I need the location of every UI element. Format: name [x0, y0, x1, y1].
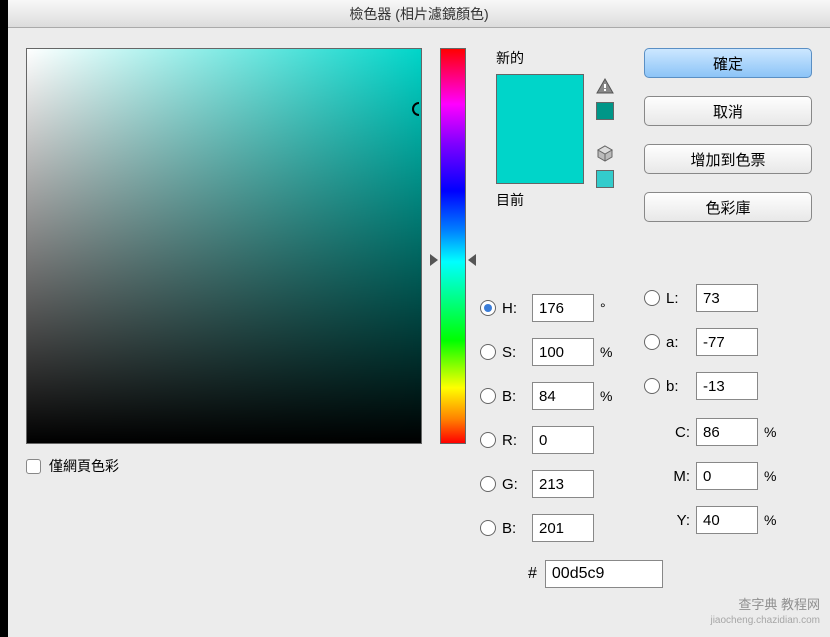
- warning-column: [596, 48, 614, 216]
- watermark-sub: jiaocheng.chazidian.com: [710, 614, 820, 627]
- l-input[interactable]: [696, 284, 758, 312]
- h-unit: °: [600, 300, 618, 316]
- ok-button[interactable]: 確定: [644, 48, 812, 78]
- middle-column: 新的 目前 H: °: [480, 48, 630, 588]
- window-titlebar: 檢色器 (相片濾鏡顏色): [8, 0, 830, 28]
- y-unit: %: [764, 512, 782, 528]
- a-input[interactable]: [696, 328, 758, 356]
- hue-column: [434, 48, 472, 588]
- labb-input[interactable]: [696, 372, 758, 400]
- new-color-label: 新的: [496, 48, 584, 68]
- r-label: R:: [502, 432, 526, 449]
- labb-label: b:: [666, 378, 690, 395]
- b-radio[interactable]: [480, 388, 496, 404]
- h-input[interactable]: [532, 294, 594, 322]
- y-input[interactable]: [696, 506, 758, 534]
- b-input[interactable]: [532, 382, 594, 410]
- a-radio[interactable]: [644, 334, 660, 350]
- swatch-row: 新的 目前: [496, 48, 614, 216]
- m-unit: %: [764, 468, 782, 484]
- rgbb-radio[interactable]: [480, 520, 496, 536]
- watermark-main: 查字典 教程网: [710, 597, 820, 614]
- websafe-warning-swatch[interactable]: [596, 170, 614, 188]
- b-label: B:: [502, 388, 526, 405]
- c-row: C: %: [644, 410, 812, 454]
- g-input[interactable]: [532, 470, 594, 498]
- hex-hash: #: [528, 565, 537, 583]
- cancel-button[interactable]: 取消: [644, 96, 812, 126]
- y-row: Y: %: [644, 498, 812, 542]
- r-radio[interactable]: [480, 432, 496, 448]
- current-color-label: 目前: [496, 190, 584, 210]
- hue-cursor-right: [468, 254, 476, 266]
- left-column: 僅網頁色彩: [26, 48, 422, 588]
- labb-row: b:: [644, 364, 812, 408]
- s-label: S:: [502, 344, 526, 361]
- hex-row: #: [528, 560, 630, 588]
- hue-slider[interactable]: [440, 48, 466, 444]
- s-radio[interactable]: [480, 344, 496, 360]
- color-gradient: [27, 49, 421, 443]
- h-label: H:: [502, 300, 526, 317]
- lab-fields: L: a: b:: [644, 276, 812, 408]
- right-column: 確定 取消 增加到色票 色彩庫 L: a:: [644, 48, 812, 588]
- content-area: 僅網頁色彩 新的 目前: [8, 28, 830, 606]
- websafe-checkbox[interactable]: [26, 459, 41, 474]
- hue-cursor-left: [430, 254, 438, 266]
- add-to-swatches-button[interactable]: 增加到色票: [644, 144, 812, 174]
- color-swatch[interactable]: [496, 74, 584, 184]
- hsb-rgb-fields: H: ° S: % B: % R:: [480, 286, 630, 588]
- l-row: L:: [644, 276, 812, 320]
- s-row: S: %: [480, 330, 630, 374]
- color-swatch-block: 新的 目前: [480, 48, 630, 216]
- color-picker-window: 檢色器 (相片濾鏡顏色) 僅網頁色彩 新的: [8, 0, 830, 637]
- b-unit: %: [600, 388, 618, 404]
- m-input[interactable]: [696, 462, 758, 490]
- h-radio[interactable]: [480, 300, 496, 316]
- window-title: 檢色器 (相片濾鏡顏色): [349, 6, 488, 22]
- s-input[interactable]: [532, 338, 594, 366]
- rgbb-row: B:: [480, 506, 630, 550]
- labb-radio[interactable]: [644, 378, 660, 394]
- l-radio[interactable]: [644, 290, 660, 306]
- gamut-warning-swatch[interactable]: [596, 102, 614, 120]
- saturation-brightness-field[interactable]: [26, 48, 422, 444]
- h-row: H: °: [480, 286, 630, 330]
- color-libraries-button[interactable]: 色彩庫: [644, 192, 812, 222]
- websafe-row: 僅網頁色彩: [26, 456, 422, 476]
- websafe-label: 僅網頁色彩: [49, 456, 119, 476]
- rgbb-input[interactable]: [532, 514, 594, 542]
- y-label: Y:: [666, 512, 690, 529]
- a-label: a:: [666, 334, 690, 351]
- s-unit: %: [600, 344, 618, 360]
- b-row: B: %: [480, 374, 630, 418]
- a-row: a:: [644, 320, 812, 364]
- l-label: L:: [666, 290, 690, 307]
- websafe-warning-icon[interactable]: [596, 144, 614, 162]
- r-row: R:: [480, 418, 630, 462]
- g-radio[interactable]: [480, 476, 496, 492]
- cmyk-fields: C: % M: % Y: %: [644, 410, 812, 542]
- gamut-warning-icon[interactable]: [596, 78, 614, 94]
- c-input[interactable]: [696, 418, 758, 446]
- m-row: M: %: [644, 454, 812, 498]
- c-label: C:: [666, 424, 690, 441]
- g-row: G:: [480, 462, 630, 506]
- c-unit: %: [764, 424, 782, 440]
- swatch-main: 新的 目前: [496, 48, 584, 216]
- rgbb-label: B:: [502, 520, 526, 537]
- watermark: 查字典 教程网 jiaocheng.chazidian.com: [710, 597, 820, 627]
- r-input[interactable]: [532, 426, 594, 454]
- m-label: M:: [666, 468, 690, 485]
- g-label: G:: [502, 476, 526, 493]
